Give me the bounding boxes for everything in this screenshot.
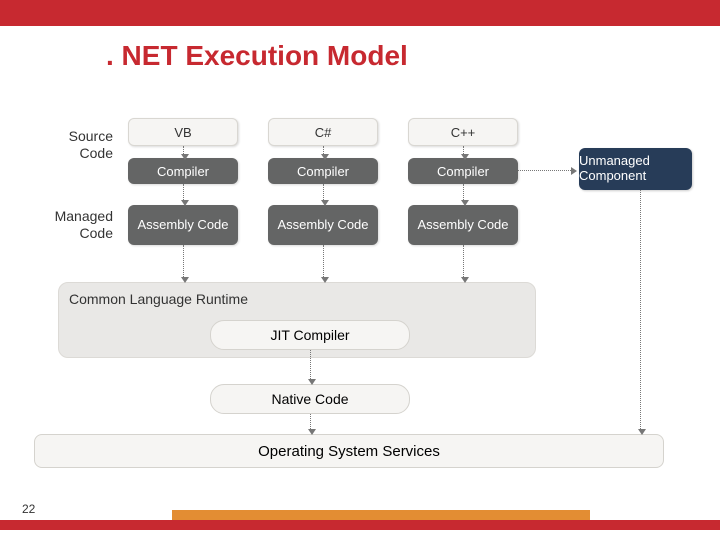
arrow-down-icon (310, 350, 311, 381)
arrow-down-icon (183, 146, 184, 156)
lang-box-csharp: C# (268, 118, 378, 146)
native-code-box: Native Code (210, 384, 410, 414)
arrow-down-icon (323, 245, 324, 279)
compiler-box-cpp: Compiler (408, 158, 518, 184)
top-accent-bar (0, 0, 720, 26)
clr-label: Common Language Runtime (69, 291, 248, 307)
arrow-down-icon (310, 414, 311, 431)
unmanaged-component-box: Unmanaged Component (579, 148, 692, 190)
assembly-box-csharp: Assembly Code (268, 205, 378, 245)
assembly-box-cpp: Assembly Code (408, 205, 518, 245)
lang-box-vb: VB (128, 118, 238, 146)
arrow-down-icon (463, 245, 464, 279)
footer-red-bar (0, 520, 720, 530)
compiler-box-vb: Compiler (128, 158, 238, 184)
slide-number: 22 (22, 502, 35, 516)
os-services-box: Operating System Services (34, 434, 664, 468)
assembly-box-vb: Assembly Code (128, 205, 238, 245)
compiler-box-csharp: Compiler (268, 158, 378, 184)
arrow-down-icon (463, 184, 464, 202)
arrow-down-icon (183, 184, 184, 202)
jit-compiler-box: JIT Compiler (210, 320, 410, 350)
arrow-down-icon (323, 146, 324, 156)
slide-title: . NET Execution Model (106, 40, 720, 72)
arrow-down-icon (463, 146, 464, 156)
source-code-label: Source Code (38, 128, 113, 162)
managed-code-label: Managed Code (38, 208, 113, 242)
arrow-down-icon (183, 245, 184, 279)
arrow-down-icon (323, 184, 324, 202)
lang-box-cpp: C++ (408, 118, 518, 146)
arrow-right-icon (518, 170, 573, 171)
arrow-down-icon (640, 190, 641, 431)
